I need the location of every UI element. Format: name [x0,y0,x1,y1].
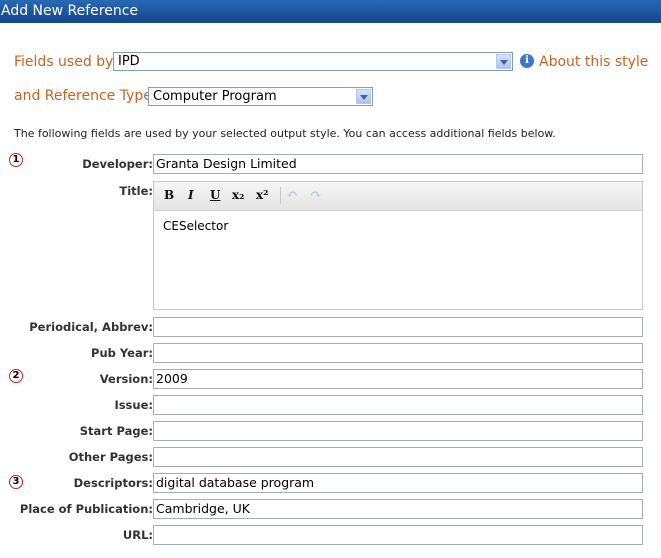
place-label: Place of Publication: [19,502,153,516]
chevron-down-icon[interactable] [356,89,371,104]
start-page-label: Start Page: [79,424,153,438]
subscript-button[interactable]: x₂ [232,188,244,202]
style-select[interactable]: IPD [113,52,513,71]
title-editor-text[interactable]: CESelector [163,219,228,233]
reftype-label: and Reference Type [14,88,152,104]
title-label: Title: [119,184,153,198]
window-title: Add New Reference [0,0,661,23]
pub-year-field[interactable] [153,343,643,363]
toolbar-divider [280,187,281,204]
periodical-label: Periodical, Abbrev: [29,320,153,334]
redo-icon[interactable]: ↷ [310,188,322,202]
chevron-down-icon[interactable] [496,54,511,69]
descriptors-field[interactable]: digital database program [153,473,643,493]
instructions-text: The following fields are used by your se… [14,127,556,140]
marker-2: 2 [9,369,23,383]
descriptors-label: Descriptors: [73,476,153,490]
issue-field[interactable] [153,395,643,415]
italic-button[interactable]: I [188,188,194,202]
start-page-field[interactable] [153,421,643,441]
developer-field[interactable]: Granta Design Limited [153,154,643,174]
underline-button[interactable]: U [210,188,220,202]
about-style-link[interactable]: About this style [539,54,648,70]
bold-button[interactable]: B [164,188,174,202]
reftype-select[interactable]: Computer Program [148,87,373,106]
superscript-button[interactable]: x² [256,188,268,202]
editor-toolbar: B I U x₂ x² ↶ ↷ [154,182,642,211]
issue-label: Issue: [114,398,153,412]
reftype-select-value: Computer Program [153,89,277,104]
url-label: URL: [122,528,153,542]
other-pages-field[interactable] [153,447,643,467]
style-select-value: IPD [118,54,140,69]
place-field[interactable]: Cambridge, UK [153,499,643,519]
title-editor[interactable]: B I U x₂ x² ↶ ↷ CESelector [153,181,643,310]
other-pages-label: Other Pages: [68,450,153,464]
url-field[interactable] [153,525,643,545]
version-field[interactable]: 2009 [153,369,643,389]
style-label: Fields used by [14,54,114,70]
developer-label: Developer: [82,157,153,171]
marker-1: 1 [9,153,23,167]
marker-3: 3 [9,475,23,489]
pub-year-label: Pub Year: [91,346,153,360]
periodical-field[interactable] [153,317,643,337]
undo-icon[interactable]: ↶ [286,188,298,202]
info-icon[interactable]: i [520,54,534,68]
version-label: Version: [99,372,153,386]
